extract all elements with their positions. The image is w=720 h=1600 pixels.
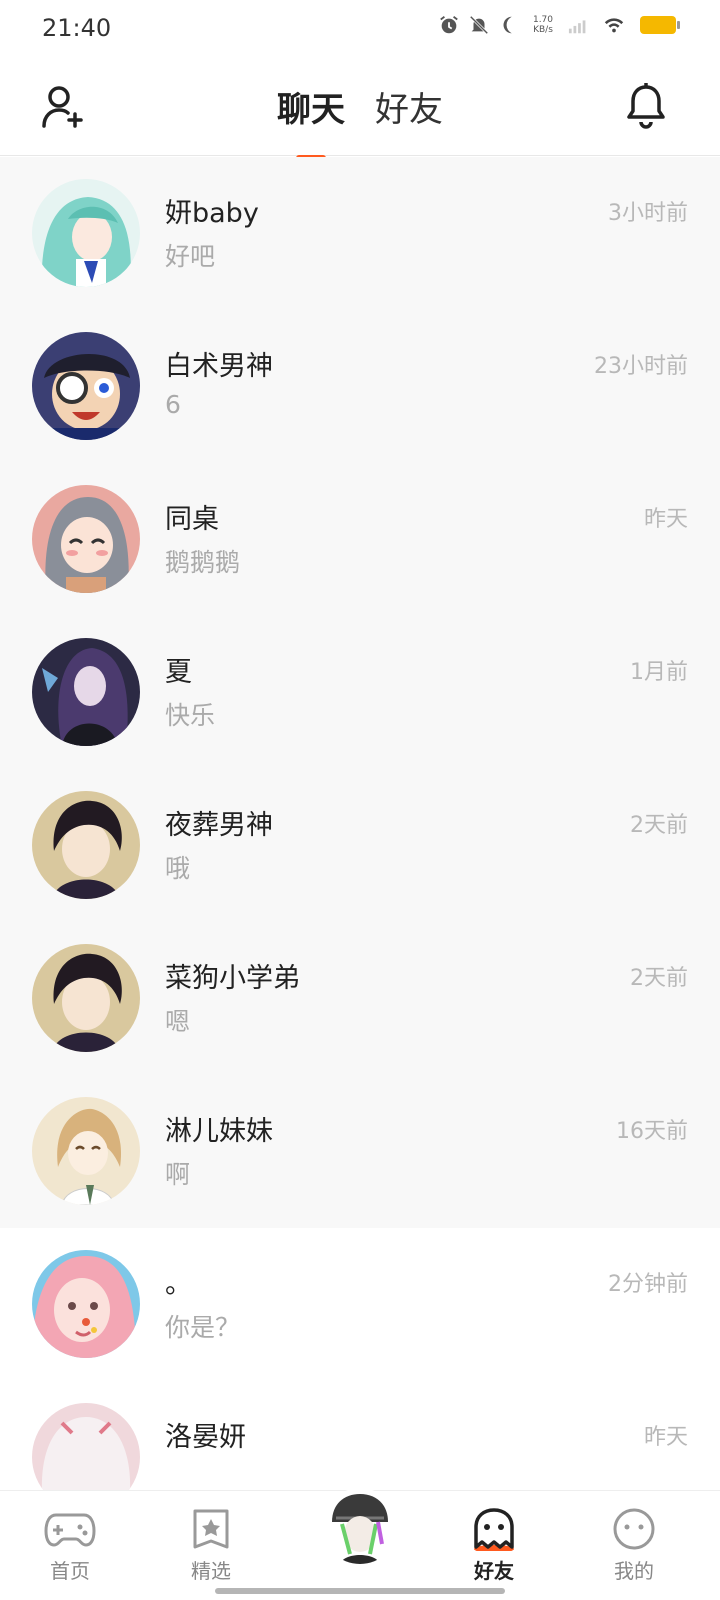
avatar[interactable] [32, 638, 140, 746]
chat-row[interactable]: 白术男神 6 23小时前 [0, 310, 720, 463]
status-bar: 21:40 1.70 KB/s [0, 0, 720, 56]
tab-chat-label: 聊天 [277, 90, 345, 130]
status-icons: 1.70 KB/s [438, 14, 680, 36]
nav-label-home: 首页 [50, 1559, 90, 1583]
avatar[interactable] [32, 179, 140, 287]
avatar[interactable] [32, 944, 140, 1052]
avatar[interactable] [32, 485, 140, 593]
chat-row[interactable]: 夜葬男神 哦 2天前 [0, 769, 720, 922]
chat-time: 1月前 [630, 660, 688, 685]
chat-time: 昨天 [643, 507, 688, 532]
nav-item-me[interactable]: 我的 [594, 1507, 674, 1584]
chat-row[interactable]: 淋儿妹妹 啊 16天前 [0, 1075, 720, 1228]
center-avatar-button[interactable] [322, 1488, 398, 1564]
chat-name: 菜狗小学弟 [165, 963, 300, 994]
net-speed-value: 1.70 [532, 15, 554, 25]
avatar[interactable] [32, 332, 140, 440]
chat-name: 妍baby [165, 198, 259, 229]
chat-time: 2分钟前 [608, 1272, 688, 1297]
chat-name: 夏 [165, 657, 192, 688]
tab-friends[interactable]: 好友 [375, 82, 443, 131]
tab-chat[interactable]: 聊天 [277, 82, 345, 161]
chat-last-message: 6 [165, 390, 181, 419]
moon-icon [503, 16, 512, 34]
chat-name: 淋儿妹妹 [165, 1116, 273, 1147]
chat-last-message: 快乐 [165, 701, 216, 730]
chat-row[interactable]: 同桌 鹅鹅鹅 昨天 [0, 463, 720, 616]
alarm-icon [440, 16, 458, 34]
avatar[interactable] [32, 1250, 140, 1358]
chat-time: 2天前 [630, 966, 688, 991]
chat-last-message: 哦 [165, 854, 191, 883]
tab-friends-label: 好友 [375, 90, 443, 130]
nav-label-friends: 好友 [474, 1559, 514, 1583]
star-badge-icon [193, 1509, 229, 1549]
avatar[interactable] [32, 791, 140, 899]
gamepad-icon [44, 1513, 96, 1547]
chat-last-message: 好吧 [165, 242, 216, 271]
bell-icon[interactable] [624, 82, 668, 130]
chat-time: 3小时前 [608, 201, 688, 226]
chat-last-message: 嗯 [165, 1007, 191, 1036]
chat-list: 妍baby 好吧 3小时前 白术男神 6 23小时前 同桌 鹅鹅鹅 昨天 夏 快… [0, 157, 720, 1534]
nav-label-featured: 精选 [191, 1559, 231, 1583]
signal-icon [568, 20, 586, 34]
chat-row[interactable]: 菜狗小学弟 嗯 2天前 [0, 922, 720, 1075]
chat-name: 同桌 [165, 504, 219, 535]
nav-item-friends[interactable]: 好友 [454, 1507, 534, 1584]
mute-bell-icon [469, 15, 489, 35]
chat-name: 洛晏妍 [165, 1422, 246, 1453]
ghost-icon [474, 1508, 514, 1551]
net-speed-unit: KB/s [533, 25, 553, 35]
tab-bar: 聊天 好友 [0, 82, 720, 161]
chat-row[interactable]: 。 你是？ 2分钟前 [0, 1228, 720, 1381]
net-speed: 1.70 KB/s [528, 15, 558, 35]
chat-time: 2天前 [630, 813, 688, 838]
wifi-icon [604, 18, 624, 33]
battery-icon [640, 16, 680, 34]
chat-time: 16天前 [616, 1119, 688, 1144]
nav-label-me: 我的 [614, 1559, 654, 1583]
chat-time: 昨天 [643, 1425, 688, 1450]
nav-item-home[interactable]: 首页 [30, 1507, 110, 1584]
chat-time: 23小时前 [594, 354, 688, 379]
nav-item-featured[interactable]: 精选 [171, 1507, 251, 1584]
chat-last-message: 你是？ [165, 1313, 241, 1342]
status-time: 21:40 [42, 14, 112, 42]
chat-row[interactable]: 妍baby 好吧 3小时前 [0, 157, 720, 310]
chat-name: 。 [165, 1269, 192, 1300]
smiley-icon [613, 1508, 655, 1550]
home-indicator [215, 1588, 505, 1594]
chat-last-message: 鹅鹅鹅 [165, 548, 241, 577]
avatar[interactable] [32, 1097, 140, 1205]
chat-last-message: 啊 [165, 1160, 191, 1189]
chat-name: 夜葬男神 [165, 810, 273, 841]
chat-row[interactable]: 夏 快乐 1月前 [0, 616, 720, 769]
chat-name: 白术男神 [165, 351, 273, 382]
top-header: 聊天 好友 [0, 56, 720, 161]
